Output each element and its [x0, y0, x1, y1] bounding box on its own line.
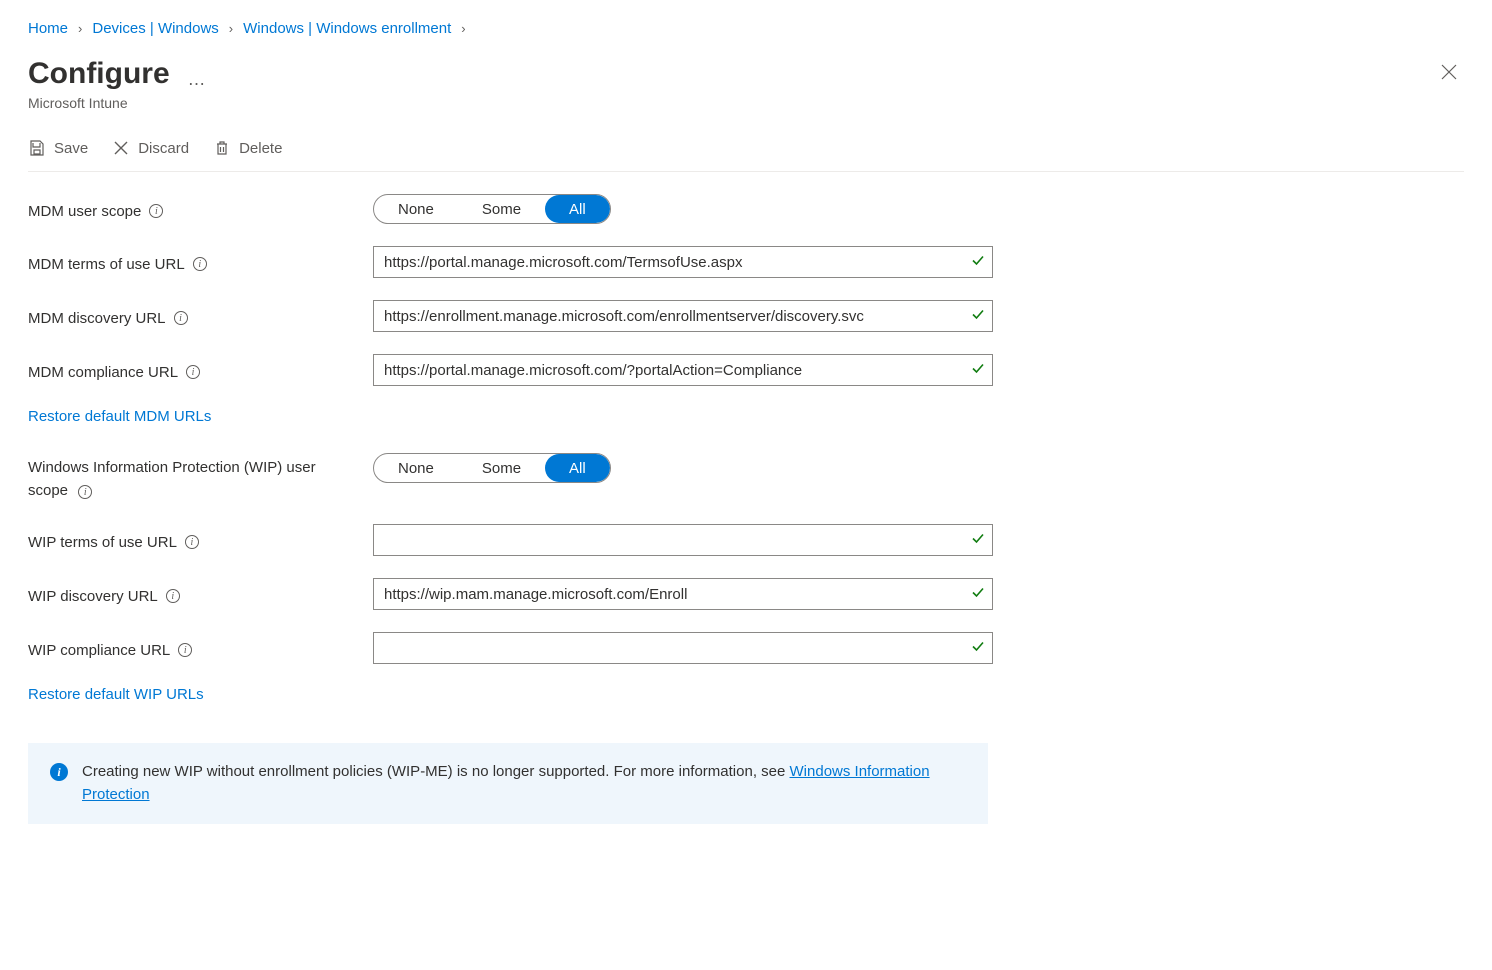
breadcrumb-devices-windows[interactable]: Devices | Windows	[92, 20, 218, 37]
chevron-right-icon: ›	[461, 21, 465, 36]
checkmark-icon	[971, 532, 985, 549]
wip-compliance-input[interactable]	[373, 632, 993, 664]
mdm-terms-label: MDM terms of use URL	[28, 256, 185, 273]
close-button[interactable]	[1434, 57, 1464, 90]
wip-scope-none[interactable]: None	[374, 454, 458, 482]
mdm-compliance-label: MDM compliance URL	[28, 364, 178, 381]
info-icon[interactable]: i	[193, 257, 207, 271]
banner-text: Creating new WIP without enrollment poli…	[82, 763, 790, 780]
info-icon[interactable]: i	[186, 365, 200, 379]
wip-scope-some[interactable]: Some	[458, 454, 545, 482]
info-icon[interactable]: i	[149, 204, 163, 218]
info-icon[interactable]: i	[174, 311, 188, 325]
mdm-scope-none[interactable]: None	[374, 195, 458, 223]
delete-button[interactable]: Delete	[213, 135, 282, 161]
mdm-compliance-input[interactable]	[373, 354, 993, 386]
mdm-terms-input[interactable]	[373, 246, 993, 278]
info-banner: i Creating new WIP without enrollment po…	[28, 743, 988, 824]
command-bar: Save Discard Delete	[28, 135, 1464, 172]
save-button[interactable]: Save	[28, 135, 88, 161]
wip-terms-label: WIP terms of use URL	[28, 534, 177, 551]
mdm-scope-some[interactable]: Some	[458, 195, 545, 223]
wip-terms-input[interactable]	[373, 524, 993, 556]
checkmark-icon	[971, 308, 985, 325]
info-icon[interactable]: i	[78, 485, 92, 499]
info-icon[interactable]: i	[178, 643, 192, 657]
mdm-discovery-label: MDM discovery URL	[28, 310, 166, 327]
restore-mdm-urls-link[interactable]: Restore default MDM URLs	[28, 408, 211, 425]
info-icon[interactable]: i	[166, 589, 180, 603]
chevron-right-icon: ›	[78, 21, 82, 36]
page-title: Configure	[28, 57, 170, 91]
wip-discovery-input[interactable]	[373, 578, 993, 610]
wip-scope-label: Windows Information Protection (WIP) use…	[28, 459, 316, 499]
breadcrumb: Home › Devices | Windows › Windows | Win…	[28, 20, 1464, 37]
wip-compliance-label: WIP compliance URL	[28, 642, 170, 659]
discard-icon	[112, 139, 130, 157]
more-actions-icon[interactable]: …	[188, 69, 206, 89]
discard-button[interactable]: Discard	[112, 135, 189, 161]
delete-icon	[213, 139, 231, 157]
mdm-scope-all[interactable]: All	[545, 195, 610, 223]
mdm-discovery-input[interactable]	[373, 300, 993, 332]
save-icon	[28, 139, 46, 157]
checkmark-icon	[971, 254, 985, 271]
chevron-right-icon: ›	[229, 21, 233, 36]
wip-scope-segmented: None Some All	[373, 453, 611, 483]
wip-discovery-label: WIP discovery URL	[28, 588, 158, 605]
mdm-scope-segmented: None Some All	[373, 194, 611, 224]
checkmark-icon	[971, 586, 985, 603]
checkmark-icon	[971, 362, 985, 379]
mdm-scope-label: MDM user scope	[28, 203, 141, 220]
checkmark-icon	[971, 640, 985, 657]
page-subtitle: Microsoft Intune	[28, 95, 206, 111]
info-icon[interactable]: i	[185, 535, 199, 549]
breadcrumb-windows-enrollment[interactable]: Windows | Windows enrollment	[243, 20, 451, 37]
close-icon	[1440, 63, 1458, 81]
restore-wip-urls-link[interactable]: Restore default WIP URLs	[28, 686, 204, 703]
info-badge-icon: i	[50, 763, 68, 781]
breadcrumb-home[interactable]: Home	[28, 20, 68, 37]
wip-scope-all[interactable]: All	[545, 454, 610, 482]
